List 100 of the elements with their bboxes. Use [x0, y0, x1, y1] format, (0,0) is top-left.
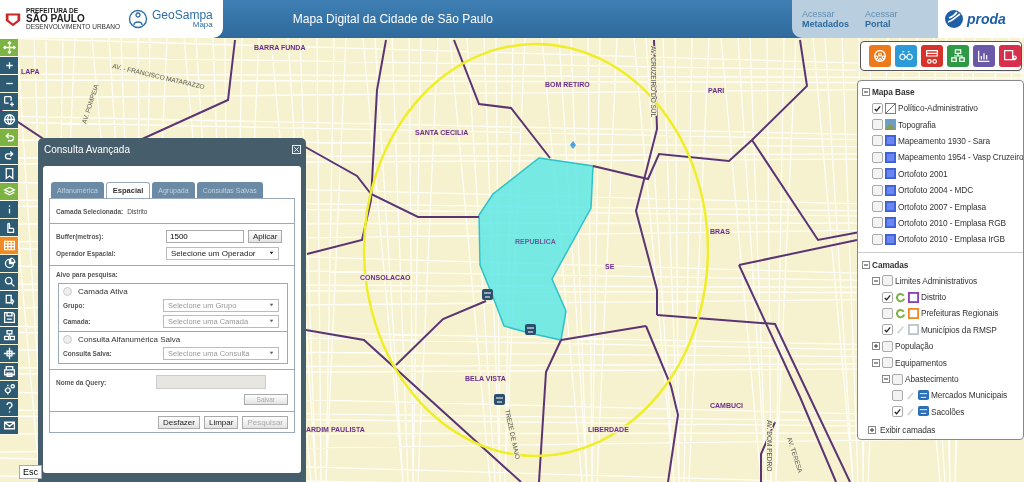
layer-label[interactable]: Ortofoto 2001	[898, 168, 948, 179]
film-reel-icon	[872, 48, 888, 64]
app-button[interactable]	[947, 45, 969, 67]
layer-label[interactable]: Distrito	[921, 292, 946, 303]
expand-toggle[interactable]	[872, 358, 880, 367]
expand-toggle[interactable]	[882, 375, 890, 384]
toolbar-button[interactable]	[0, 57, 18, 74]
layer-label[interactable]: Ortofoto 2007 - Emplasa	[898, 201, 987, 212]
close-icon[interactable]	[292, 144, 301, 154]
toolbar-button[interactable]	[0, 255, 18, 272]
refresh-ring-icon[interactable]	[895, 308, 906, 319]
radio-button[interactable]	[63, 335, 72, 344]
layer-label[interactable]: Prefeituras Regionais	[921, 308, 999, 319]
partner-logo-text: proda	[967, 11, 1006, 27]
layer-checkbox[interactable]	[882, 291, 893, 303]
toolbar-button[interactable]	[0, 75, 18, 92]
app-button[interactable]	[999, 45, 1021, 67]
layer-checkbox[interactable]	[872, 151, 883, 163]
app-name: GeoSampa	[152, 9, 213, 21]
layer-checkbox[interactable]	[872, 217, 883, 229]
apply-button[interactable]: Aplicar	[248, 229, 283, 243]
layer-label[interactable]: Abastecimento	[905, 374, 959, 385]
swoosh-logo-icon	[944, 9, 964, 29]
layer-label[interactable]: Mapeamento 1930 - Sara	[898, 135, 990, 146]
radio-button[interactable]	[63, 287, 72, 296]
layer-checkbox[interactable]	[872, 201, 883, 213]
toolbar-button[interactable]	[0, 273, 18, 290]
mail-icon	[2, 419, 16, 432]
layer-checkbox[interactable]	[882, 324, 893, 336]
toolbar-button[interactable]	[0, 417, 18, 434]
layer-checkbox[interactable]	[892, 389, 903, 401]
operator-select[interactable]: Selecione um Operador	[166, 246, 279, 260]
layer-checkbox[interactable]	[892, 373, 903, 385]
toolbar-button[interactable]	[0, 381, 18, 398]
market-marker-icon[interactable]	[482, 289, 493, 300]
layer-checkbox[interactable]	[872, 168, 883, 180]
layer-label[interactable]: Limites Administrativos	[895, 275, 978, 286]
app-button[interactable]	[869, 45, 891, 67]
market-marker-icon[interactable]	[494, 394, 505, 405]
expand-toggle[interactable]	[862, 88, 870, 96]
toolbar-button[interactable]	[0, 309, 18, 326]
layer-checkbox[interactable]	[892, 406, 903, 418]
expand-toggle[interactable]	[872, 342, 880, 351]
toolbar-button[interactable]	[0, 165, 18, 182]
action-button[interactable]: Limpar	[203, 415, 239, 429]
layer-checkbox[interactable]	[872, 184, 883, 196]
caret-icon	[269, 351, 274, 355]
layer-label[interactable]: Ortofoto 2010 - Emplasa IrGB	[898, 234, 1005, 245]
action-button[interactable]: Desfazer	[157, 415, 200, 429]
toolbar-button[interactable]	[0, 327, 18, 344]
layer-label[interactable]: População	[895, 341, 934, 352]
layer-checkbox[interactable]	[882, 357, 893, 369]
toolbar-button[interactable]	[0, 219, 18, 236]
show-layers-link[interactable]: Exibir camadas	[880, 425, 936, 435]
layer-checkbox[interactable]	[872, 119, 883, 131]
layer-checkbox[interactable]	[872, 102, 883, 114]
layer-label[interactable]: Ortofoto 2010 - Emplasa RGB	[898, 217, 1006, 228]
dialog-title: Consulta Avançada	[44, 143, 130, 155]
page-title: Mapa Digital da Cidade de São Paulo	[292, 12, 494, 26]
layer-label[interactable]: Camadas	[872, 259, 909, 270]
layer-label[interactable]: Político-Administrativo	[898, 103, 978, 114]
app-button[interactable]	[921, 45, 943, 67]
toolbar-button[interactable]	[0, 93, 18, 110]
toolbar-button[interactable]	[0, 363, 18, 380]
layer-checkbox[interactable]	[872, 233, 883, 245]
raster-swatch-icon	[885, 184, 896, 196]
app-subtitle: Mapa	[192, 21, 213, 29]
app-button[interactable]	[895, 45, 917, 67]
node-connector-icon	[2, 329, 16, 342]
toolbar-button[interactable]	[0, 111, 18, 128]
option-label[interactable]: Camada Ativa	[78, 287, 128, 296]
header-link[interactable]: Acessar Portal	[859, 0, 904, 38]
layer-checkbox[interactable]	[882, 308, 893, 319]
toolbar-button[interactable]	[0, 399, 18, 416]
layer-label[interactable]: Ortofoto 2004 - MDC	[898, 185, 974, 196]
buffer-input[interactable]: 1500	[166, 229, 244, 243]
option-label[interactable]: Consulta Alfanumérica Salva	[78, 335, 181, 344]
market-marker-icon[interactable]	[525, 324, 536, 335]
app-button[interactable]	[973, 45, 995, 67]
point-marker-icon[interactable]	[570, 141, 576, 149]
line-swatch-icon	[885, 102, 896, 114]
layer-label[interactable]: Mapa Base	[872, 87, 915, 97]
layer-checkbox[interactable]	[882, 340, 893, 352]
expand-toggle[interactable]	[862, 260, 870, 269]
toolbar-button[interactable]	[0, 201, 18, 218]
layer-label[interactable]: Mercados Municipais	[931, 390, 1008, 401]
crosshair-icon	[2, 347, 16, 360]
expand-toggle[interactable]	[868, 426, 876, 434]
layer-label[interactable]: Equipamentos	[895, 357, 947, 368]
header-link[interactable]: Acessar Metadados	[796, 0, 855, 38]
layer-label[interactable]: Topografia	[898, 119, 936, 130]
layer-checkbox[interactable]	[882, 275, 893, 287]
layer-label[interactable]: Sacolões	[931, 406, 965, 417]
expand-toggle[interactable]	[872, 276, 880, 285]
layer-checkbox[interactable]	[872, 135, 883, 147]
layer-label[interactable]: Municípios da RMSP	[921, 324, 997, 335]
toolbar-button[interactable]	[0, 345, 18, 362]
globe-person-icon	[128, 9, 149, 29]
toolbar-button[interactable]	[0, 147, 18, 164]
layer-label[interactable]: Mapeamento 1954 - Vasp Cruzeiro	[898, 152, 1023, 163]
